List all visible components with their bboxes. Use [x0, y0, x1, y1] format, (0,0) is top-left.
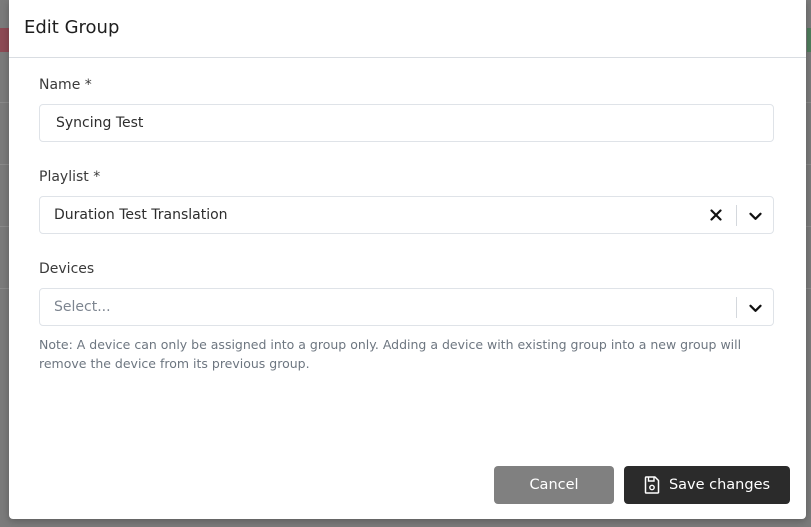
devices-note: Note: A device can only be assigned into… [39, 337, 742, 371]
devices-select[interactable]: Select... [39, 288, 774, 326]
edit-group-modal: Edit Group Name * Playlist * Duration Te… [9, 0, 806, 519]
playlist-selected-value: Duration Test Translation [54, 207, 228, 223]
select-divider [736, 297, 737, 318]
chevron-down-icon[interactable] [746, 299, 764, 317]
cancel-button-label: Cancel [529, 477, 579, 493]
backdrop-accent [807, 28, 811, 52]
cancel-button[interactable]: Cancel [494, 466, 614, 504]
select-divider [736, 205, 737, 226]
devices-placeholder: Select... [54, 299, 111, 315]
save-changes-button[interactable]: Save changes [624, 466, 790, 504]
save-icon [644, 476, 660, 494]
backdrop-accent [0, 28, 9, 52]
name-input[interactable] [39, 104, 774, 142]
save-button-label: Save changes [668, 477, 771, 493]
close-icon[interactable] [707, 206, 725, 224]
modal-header: Edit Group [9, 0, 806, 58]
name-label: Name * [39, 77, 92, 93]
devices-label: Devices [39, 261, 95, 277]
modal-title: Edit Group [24, 17, 120, 38]
chevron-down-icon[interactable] [746, 207, 764, 225]
playlist-select[interactable]: Duration Test Translation [39, 196, 774, 234]
playlist-label: Playlist * [39, 169, 101, 185]
